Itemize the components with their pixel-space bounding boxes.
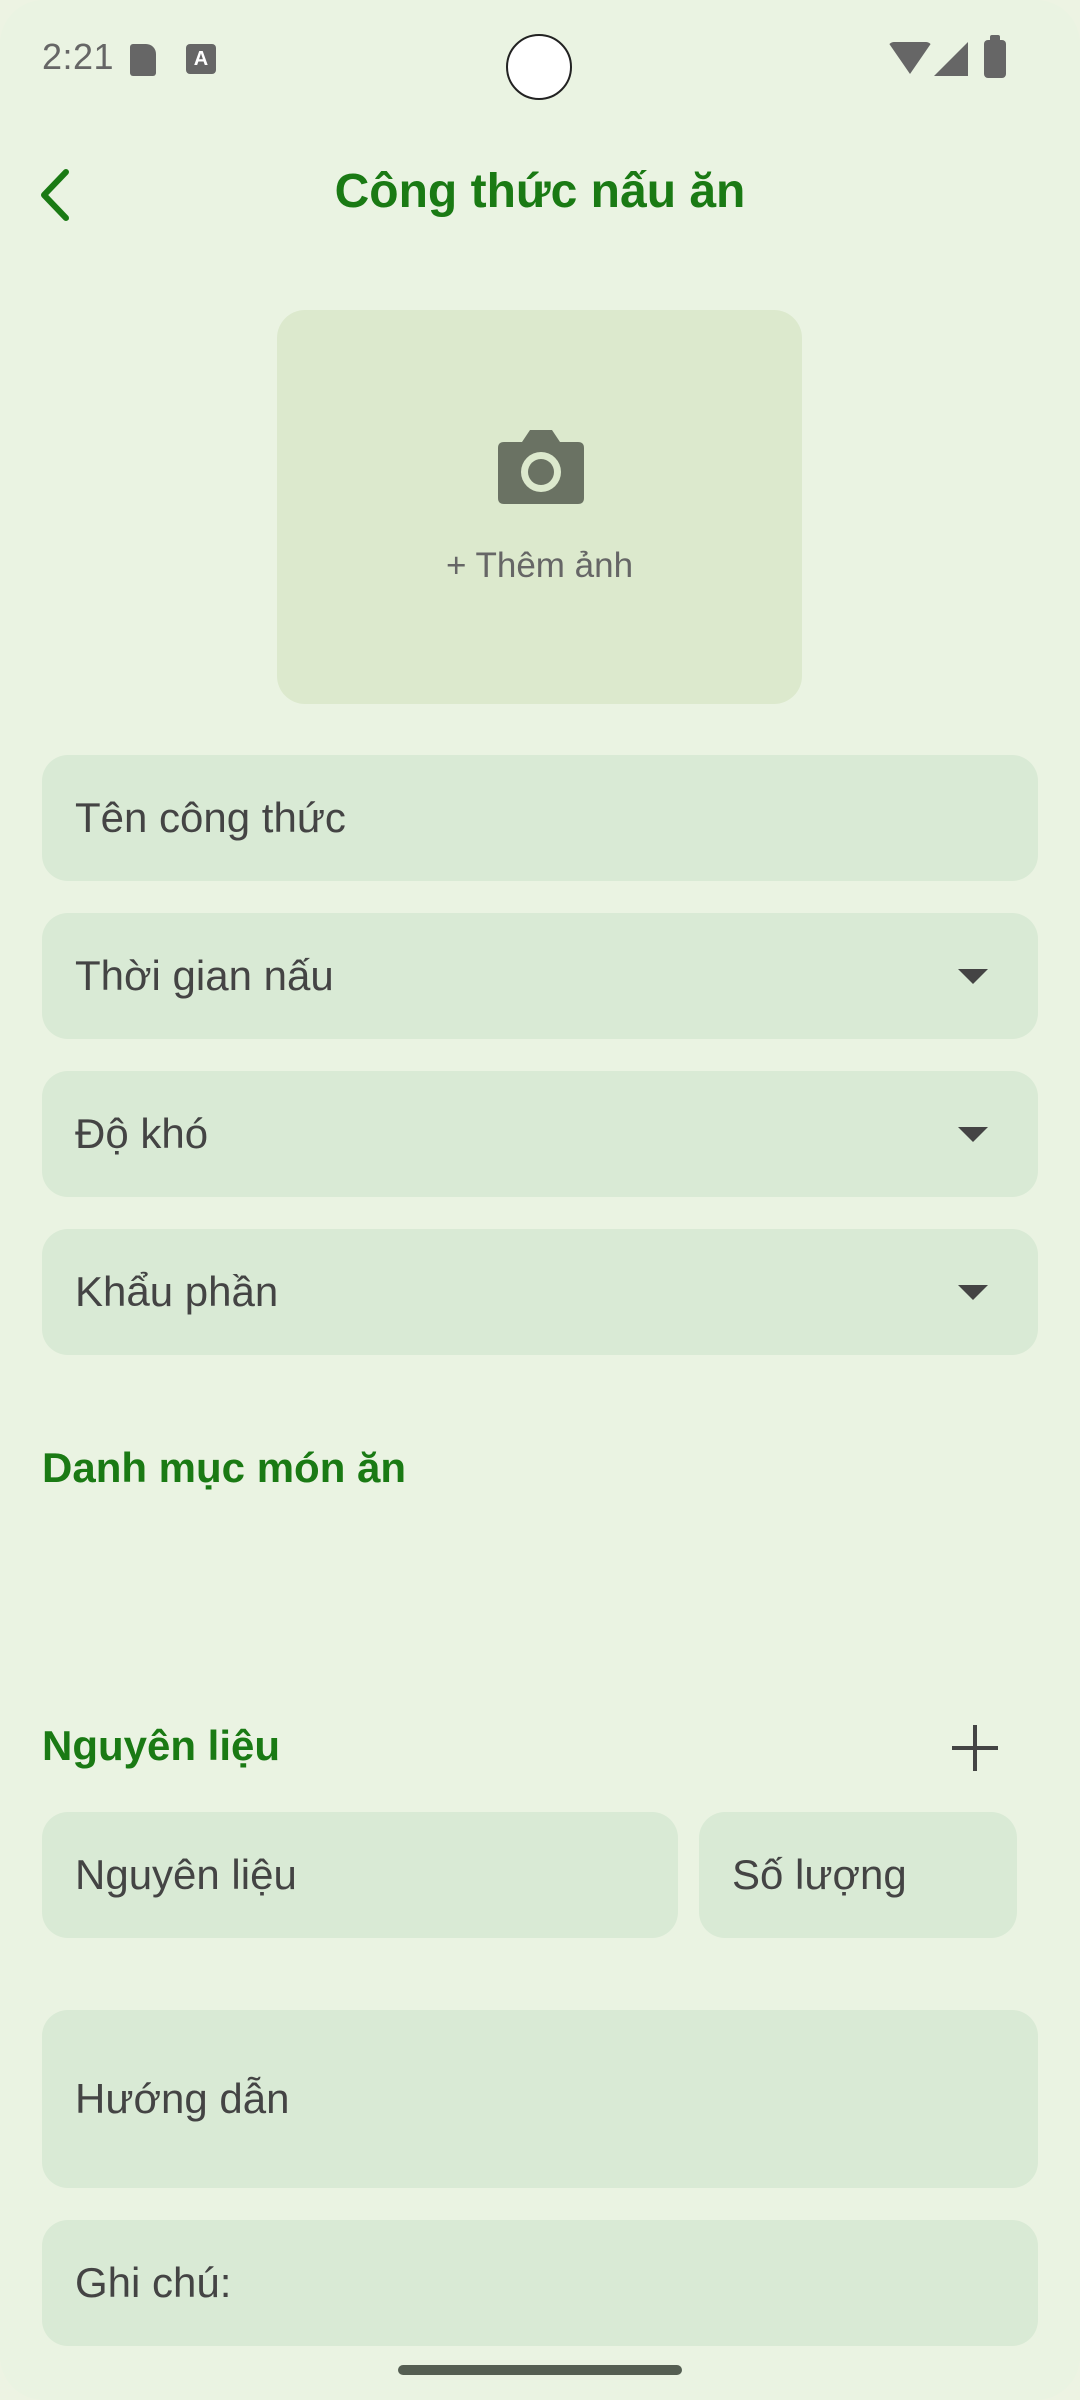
- battery-icon: [984, 35, 1006, 78]
- difficulty-dropdown[interactable]: Độ khó: [42, 1071, 1038, 1197]
- screen: 2:21 A Công thức nấu ăn + Thêm ảnh Tên c…: [0, 0, 1080, 2400]
- recipe-name-field[interactable]: Tên công thức: [42, 755, 1038, 881]
- ingredient-amount-placeholder: Số lượng: [732, 1851, 907, 1898]
- servings-placeholder: Khẩu phần: [75, 1268, 279, 1315]
- servings-dropdown[interactable]: Khẩu phần: [42, 1229, 1038, 1355]
- front-camera-cutout: [506, 34, 572, 100]
- camera-icon: [498, 430, 584, 504]
- instructions-field[interactable]: Hướng dẫn: [42, 2010, 1038, 2188]
- instructions-placeholder: Hướng dẫn: [75, 2075, 290, 2122]
- ingredient-amount-field[interactable]: Số lượng: [699, 1812, 1017, 1938]
- signal-icon: [934, 42, 968, 76]
- status-bar: 2:21 A: [0, 0, 1080, 120]
- cook-time-dropdown[interactable]: Thời gian nấu: [42, 913, 1038, 1039]
- ingredient-name-placeholder: Nguyên liệu: [75, 1851, 297, 1898]
- keyboard-a-icon: A: [186, 44, 216, 74]
- cook-time-placeholder: Thời gian nấu: [75, 952, 334, 999]
- dropdown-arrow-icon: [958, 1285, 988, 1300]
- page-title: Công thức nấu ăn: [334, 165, 746, 218]
- status-time: 2:21: [42, 36, 115, 77]
- notes-field[interactable]: Ghi chú:: [42, 2220, 1038, 2346]
- recipe-name-placeholder: Tên công thức: [75, 794, 346, 841]
- dropdown-arrow-icon: [958, 969, 988, 984]
- difficulty-placeholder: Độ khó: [75, 1110, 209, 1157]
- add-ingredient-button[interactable]: [952, 1725, 998, 1771]
- add-photo-button[interactable]: + Thêm ảnh: [277, 310, 802, 704]
- add-photo-label: + Thêm ảnh: [445, 546, 634, 585]
- notes-placeholder: Ghi chú:: [75, 2259, 232, 2306]
- category-section-title: Danh mục món ăn: [42, 1444, 407, 1491]
- ingredients-section-title: Nguyên liệu: [42, 1722, 281, 1769]
- ingredient-name-field[interactable]: Nguyên liệu: [42, 1812, 678, 1938]
- sd-card-icon: [130, 44, 156, 76]
- dropdown-arrow-icon: [958, 1127, 988, 1142]
- home-indicator[interactable]: [398, 2365, 682, 2375]
- wifi-icon: [888, 42, 932, 74]
